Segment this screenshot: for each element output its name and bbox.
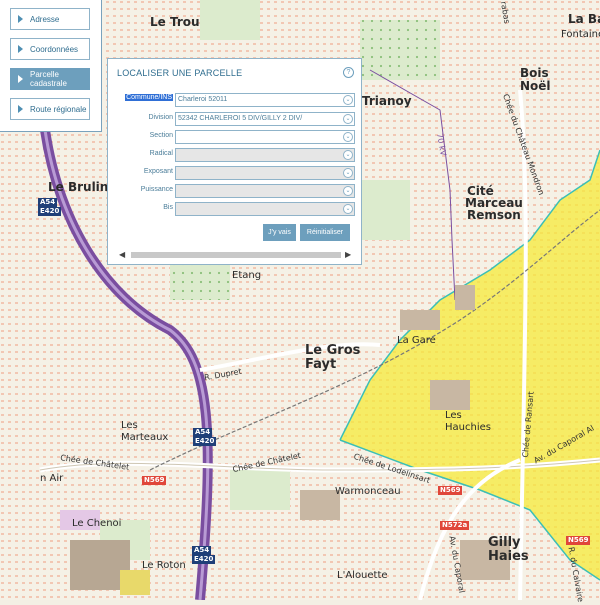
radical-select[interactable]: ⌄ (175, 148, 355, 162)
chevron-down-icon[interactable]: ⌄ (343, 132, 353, 142)
place-gilly: Gilly (488, 535, 521, 550)
parcel-panel: LOCALISER UNE PARCELLE ? Commune/INS Cha… (107, 58, 362, 265)
panel-title: LOCALISER UNE PARCELLE (117, 68, 243, 78)
triangle-right-icon (18, 75, 23, 83)
field-row-division: Division 52342 CHARLEROI 5 DIV/GILLY 2 D… (108, 112, 363, 126)
place-hauchies: Hauchies (445, 422, 491, 433)
nav-route-button[interactable]: Route régionale (10, 98, 90, 120)
place-warmonceau: Warmonceau (335, 486, 401, 497)
place-les-1: Les (121, 420, 138, 431)
shield-a54-mid: A54 (193, 428, 213, 437)
scroll-thumb[interactable] (131, 252, 341, 258)
exposant-label: Exposant (143, 168, 173, 175)
commune-value: Charleroi 52011 (178, 96, 228, 103)
triangle-right-icon (18, 45, 23, 53)
bis-label: Bis (163, 204, 173, 211)
chevron-down-icon[interactable]: ⌄ (343, 95, 353, 105)
place-le-trou: Le Trou (150, 15, 200, 29)
shield-e420-bot: E420 (192, 555, 216, 564)
chevron-down-icon[interactable]: ⌄ (343, 150, 353, 160)
place-etang: Etang (232, 270, 262, 281)
bis-select[interactable]: ⌄ (175, 202, 355, 216)
place-haies: Haies (488, 549, 529, 564)
triangle-right-icon (18, 105, 23, 113)
place-la-gare: La Gare (397, 335, 436, 346)
section-label: Section (149, 132, 173, 139)
nav-coordonnees-label: Coordonnées (30, 44, 79, 54)
place-marteaux: Marteaux (121, 432, 169, 443)
scroll-left-icon[interactable]: ◀ (119, 250, 125, 260)
nav-parcelle-button[interactable]: Parcelle cadastrale (10, 68, 90, 90)
radical-label: Radical (149, 150, 173, 157)
place-le-gros: Le Gros (305, 343, 361, 358)
place-la-basse: La Bas (568, 12, 600, 26)
field-row-bis: Bis ⌄ (108, 202, 363, 216)
field-row-radical: Radical ⌄ (108, 148, 363, 162)
place-bois: Bois (520, 66, 549, 80)
place-remson: Remson (467, 208, 521, 222)
place-le-chenoi: Le Chenoi (72, 518, 122, 529)
place-le-brulin: Le Brulin (48, 180, 109, 194)
commune-label: Commune/INS (125, 94, 173, 101)
chevron-down-icon[interactable]: ⌄ (343, 186, 353, 196)
shield-a54-bot: A54 (192, 546, 212, 555)
help-icon[interactable]: ? (343, 67, 354, 78)
division-select[interactable]: 52342 CHARLEROI 5 DIV/GILLY 2 DIV/ ⌄ (175, 112, 355, 126)
division-value: 52342 CHARLEROI 5 DIV/GILLY 2 DIV/ (178, 115, 303, 122)
nav-route-label: Route régionale (30, 104, 87, 114)
shield-n572a: N572a (440, 521, 470, 530)
chevron-down-icon[interactable]: ⌄ (343, 114, 353, 124)
place-fayt: Fayt (305, 357, 337, 372)
shield-n569-b: N569 (438, 486, 463, 495)
locate-nav: Adresse Coordonnées Parcelle cadastrale … (0, 0, 102, 132)
puissance-select[interactable]: ⌄ (175, 184, 355, 198)
shield-n569-c: N569 (566, 536, 591, 545)
nav-coordonnees-button[interactable]: Coordonnées (10, 38, 90, 60)
place-noel: Noël (520, 79, 551, 93)
nav-adresse-label: Adresse (30, 14, 60, 24)
shield-e420-mid: E420 (193, 437, 217, 446)
shield-a54-top: A54 (38, 198, 58, 207)
place-n-air: n Air (40, 473, 64, 484)
place-le-roton: Le Roton (142, 560, 186, 571)
shield-n569-a: N569 (142, 476, 167, 485)
place-lalouette: L'Alouette (337, 570, 388, 581)
place-les-2: Les (445, 410, 462, 421)
place-fontaine: Fontaine (561, 29, 600, 40)
place-trianoy: Trianoy (362, 94, 412, 108)
go-button[interactable]: J'y vais (263, 224, 296, 241)
shield-e420-top: E420 (38, 207, 62, 216)
triangle-right-icon (18, 15, 23, 23)
exposant-select[interactable]: ⌄ (175, 166, 355, 180)
field-row-section: Section ⌄ (108, 130, 363, 144)
nav-adresse-button[interactable]: Adresse (10, 8, 90, 30)
reset-button[interactable]: Réinitialiser (300, 224, 350, 241)
commune-select[interactable]: Charleroi 52011 ⌄ (175, 93, 355, 107)
division-label: Division (148, 114, 173, 121)
section-select[interactable]: ⌄ (175, 130, 355, 144)
nav-parcelle-label: Parcelle cadastrale (30, 70, 67, 88)
chevron-down-icon[interactable]: ⌄ (343, 168, 353, 178)
puissance-label: Puissance (140, 186, 173, 193)
field-row-puissance: Puissance ⌄ (108, 184, 363, 198)
chevron-down-icon[interactable]: ⌄ (343, 204, 353, 214)
field-row-commune: Commune/INS Charleroi 52011 ⌄ (108, 93, 363, 107)
horizontal-scrollbar[interactable]: ◀ ▶ (117, 250, 354, 260)
field-row-exposant: Exposant ⌄ (108, 166, 363, 180)
scroll-right-icon[interactable]: ▶ (345, 250, 351, 260)
